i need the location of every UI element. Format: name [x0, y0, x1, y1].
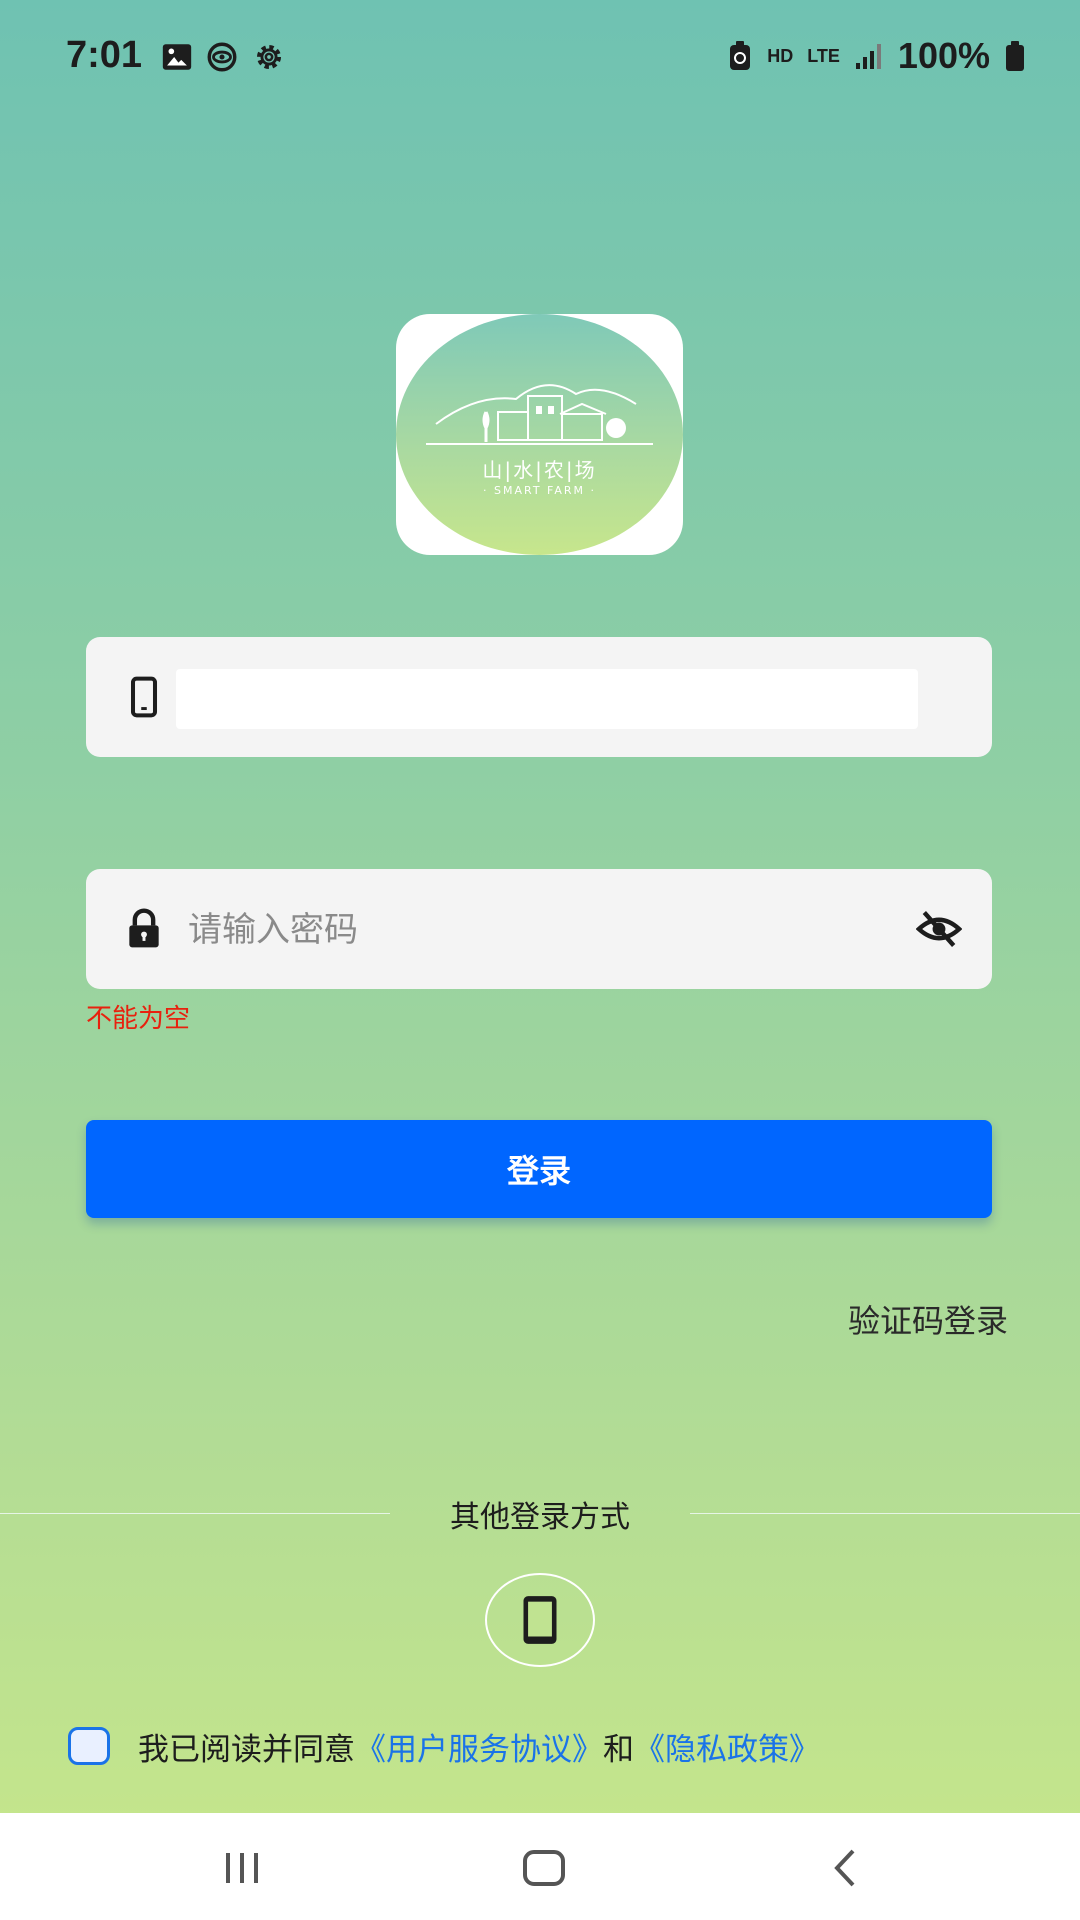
- navigation-bar: [0, 1813, 1080, 1920]
- farm-house-illustration: [426, 384, 653, 445]
- back-icon[interactable]: [815, 1843, 875, 1893]
- sms-login-link[interactable]: 验证码登录: [848, 1296, 1008, 1342]
- eye-off-icon[interactable]: [916, 907, 962, 951]
- phone-field[interactable]: [86, 637, 992, 757]
- recent-apps-icon[interactable]: [212, 1843, 272, 1893]
- other-login-phone-button[interactable]: [485, 1573, 595, 1667]
- gear-icon: [256, 44, 282, 70]
- agreement-and: 和: [603, 1731, 634, 1768]
- login-button[interactable]: 登录: [86, 1120, 992, 1218]
- agreement-row: 我已阅读并同意 《用户服务协议》 和 《隐私政策》: [68, 1718, 820, 1774]
- image-icon: [162, 44, 192, 70]
- logo-title: 山|水|农|场: [482, 458, 597, 482]
- terms-link[interactable]: 《用户服务协议》: [355, 1724, 603, 1769]
- phone-icon: [523, 1596, 557, 1644]
- battery-saver-icon: [730, 41, 751, 70]
- password-field[interactable]: [86, 869, 992, 989]
- phone-icon: [130, 676, 158, 718]
- network-hd: HD: [767, 45, 794, 66]
- lock-icon: [129, 908, 159, 948]
- other-login-label: 其他登录方式: [450, 1500, 630, 1535]
- home-icon[interactable]: [514, 1843, 574, 1893]
- eye-sync-icon: [207, 42, 237, 72]
- app-logo: 山|水|农|场 · SMART FARM ·: [396, 314, 683, 555]
- password-error: 不能为空: [86, 1004, 191, 1034]
- privacy-link[interactable]: 《隐私政策》: [634, 1724, 820, 1769]
- network-type: LTE: [807, 45, 840, 66]
- battery-percent: 100%: [897, 35, 990, 76]
- agreement-prefix: 我已阅读并同意: [138, 1731, 355, 1768]
- password-input[interactable]: [186, 895, 890, 965]
- status-time: 7:01: [66, 34, 143, 76]
- signal-icon: [855, 44, 881, 69]
- phone-input[interactable]: [176, 669, 918, 729]
- battery-icon: [1006, 41, 1024, 71]
- agreement-checkbox[interactable]: [68, 1727, 110, 1765]
- status-bar: 7:01 HD LTE 100%: [0, 0, 1080, 120]
- logo-subtitle: · SMART FARM ·: [482, 484, 597, 497]
